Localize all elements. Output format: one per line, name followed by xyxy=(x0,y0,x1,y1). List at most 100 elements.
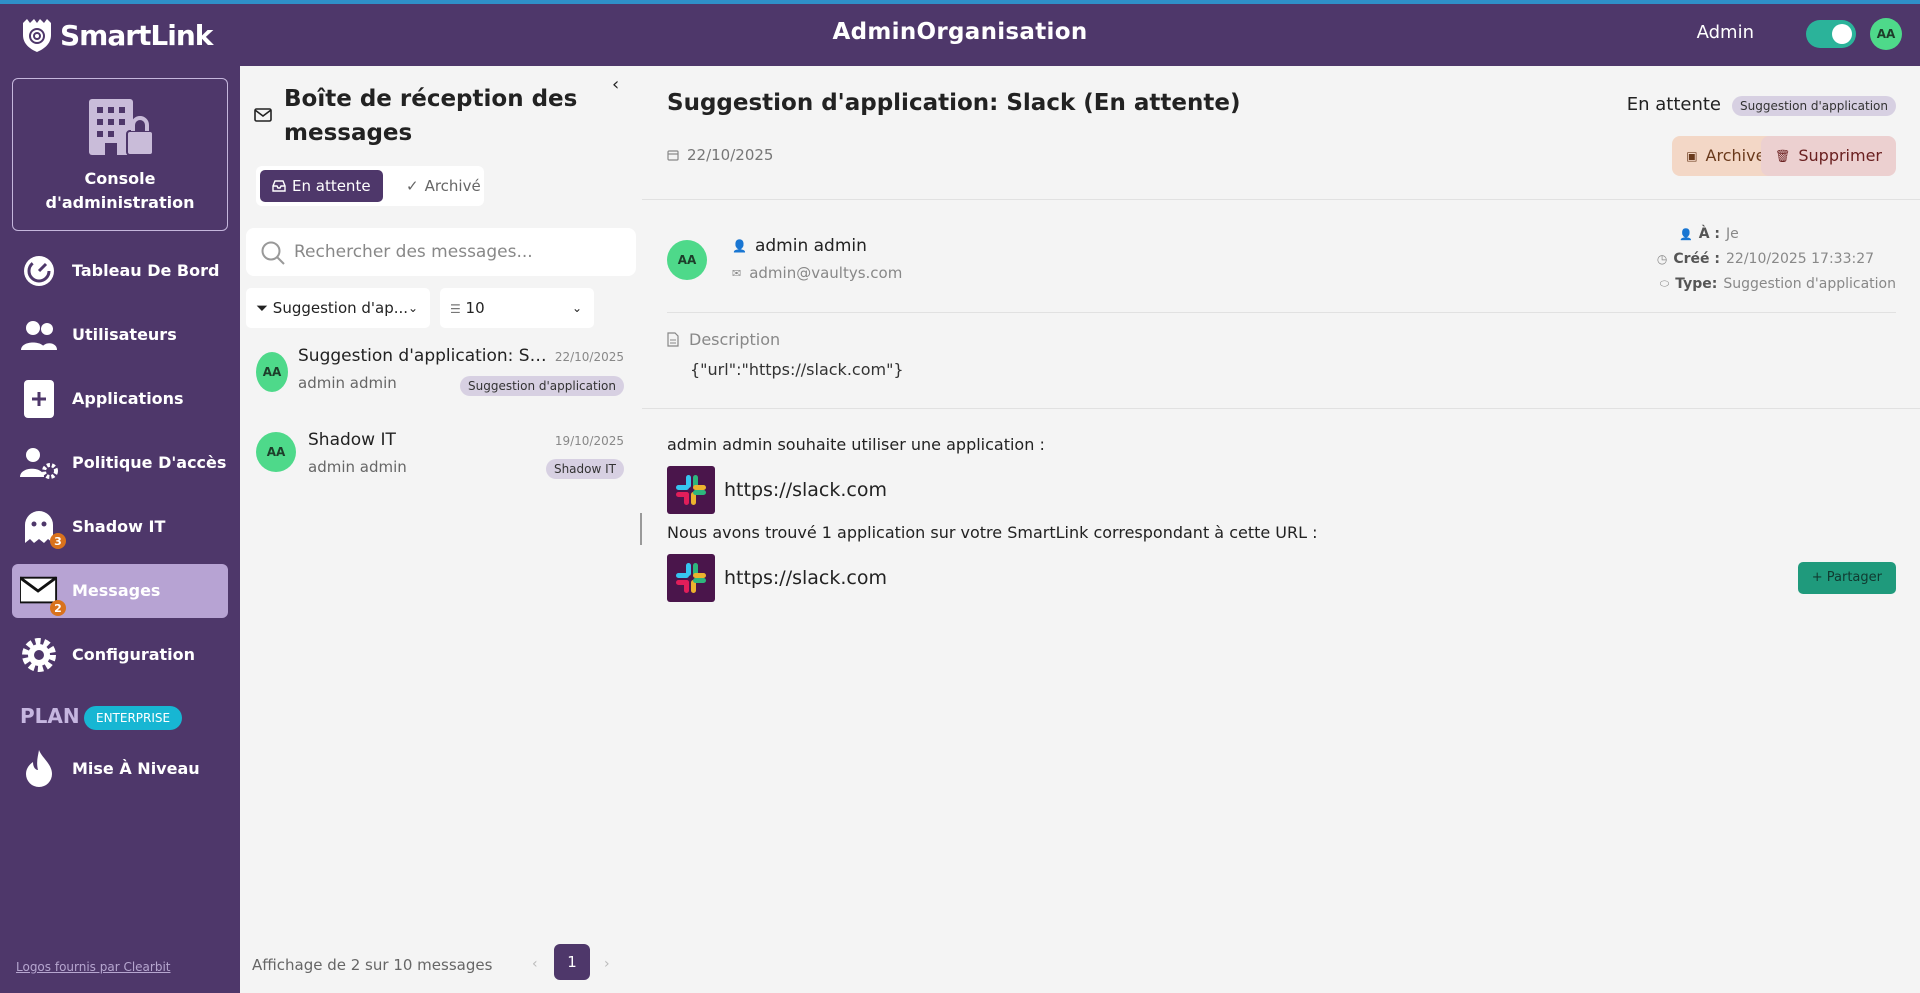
search-input[interactable] xyxy=(294,238,614,266)
shadow-it-count-badge: 3 xyxy=(50,533,66,549)
message-date: 19/10/2025 xyxy=(554,434,624,448)
sidebar-item-configuration[interactable]: Configuration xyxy=(12,628,228,682)
message-sender: admin admin xyxy=(298,374,397,392)
search-icon xyxy=(261,241,285,265)
check-icon: ✓ xyxy=(406,177,419,195)
delete-button[interactable]: 🗑 Supprimer xyxy=(1761,136,1896,176)
flame-icon xyxy=(20,750,58,787)
sidebar-item-label: Politique D'accès xyxy=(72,453,227,472)
user-icon: 👤 xyxy=(732,239,747,253)
users-icon xyxy=(20,317,58,353)
message-avatar: AA xyxy=(256,352,288,392)
console-label: Console d'administration xyxy=(45,169,195,212)
toggle-knob xyxy=(1832,24,1852,44)
description-label: Description xyxy=(689,330,781,349)
message-sender: admin admin xyxy=(308,458,407,476)
match-found-text: Nous avons trouvé 1 application sur votr… xyxy=(667,523,1318,542)
tab-archived[interactable]: ✓ Archivé xyxy=(394,170,493,202)
filter-icon: ⏷ xyxy=(256,299,269,317)
inbox-tray-icon xyxy=(272,180,286,192)
requested-app-url: https://slack.com xyxy=(724,479,887,501)
gear-icon xyxy=(20,637,58,673)
sidebar-item-upgrade[interactable]: Mise À Niveau xyxy=(12,742,228,796)
per-page-select[interactable]: ☰ 10 ⌄ xyxy=(440,288,594,328)
sidebar-item-label: Mise À Niveau xyxy=(72,759,200,778)
sidebar-item-users[interactable]: Utilisateurs xyxy=(12,308,228,362)
sidebar-item-label: Tableau De Bord xyxy=(72,261,220,280)
per-page-value: 10 xyxy=(465,299,485,317)
current-page-button[interactable]: 1 xyxy=(554,944,590,980)
message-avatar: AA xyxy=(256,432,296,472)
previous-page-button[interactable]: ‹ xyxy=(532,956,538,972)
user-avatar[interactable]: AA xyxy=(1870,18,1902,50)
share-button[interactable]: + Partager xyxy=(1797,562,1896,594)
to-value: Je xyxy=(1726,226,1739,242)
type-label: Type: xyxy=(1675,276,1718,292)
slack-logo-icon xyxy=(667,466,715,514)
description-value: {"url":"https://slack.com"} xyxy=(690,360,904,379)
next-page-button[interactable]: › xyxy=(604,956,610,972)
sidebar-item-label: Shadow IT xyxy=(72,517,166,536)
created-label: Créé : xyxy=(1673,251,1720,267)
sender-name: 👤 admin admin xyxy=(732,236,867,256)
matched-app-url: https://slack.com xyxy=(724,567,887,589)
search-box xyxy=(246,228,636,276)
calendar-icon xyxy=(667,150,679,161)
message-title: Suggestion d'application: Slack (En atte… xyxy=(298,346,548,366)
sidebar-item-applications[interactable]: Applications xyxy=(12,372,228,426)
role-label: Admin xyxy=(1696,22,1754,43)
tab-archived-label: Archivé xyxy=(424,177,481,195)
request-intro: admin admin souhaite utiliser une applic… xyxy=(667,435,1045,454)
message-item[interactable]: AA Shadow IT 19/10/2025 admin admin Shad… xyxy=(240,422,642,500)
message-date: 22/10/2025 xyxy=(554,350,624,364)
created-meta: ◷ Créé : 22/10/2025 17:33:27 xyxy=(1657,251,1896,267)
mail-icon xyxy=(254,108,272,122)
requested-app-row: https://slack.com xyxy=(667,466,887,514)
inbox-tabs: En attente ✓ Archivé xyxy=(256,166,484,206)
sender-email: ✉ admin@vaultys.com xyxy=(732,264,902,282)
sidebar-item-access-policy[interactable]: Politique D'accès xyxy=(12,436,228,490)
sender-avatar: AA xyxy=(667,240,707,280)
divider xyxy=(667,312,1896,313)
tab-pending[interactable]: En attente xyxy=(260,170,383,202)
list-icon: ☰ xyxy=(450,302,461,316)
tab-pending-label: En attente xyxy=(292,177,371,195)
type-filter-select[interactable]: ⏷ Suggestion d'ap... ⌄ xyxy=(246,288,430,328)
message-type-tag: Suggestion d'application xyxy=(459,376,624,396)
sender-name-value: admin admin xyxy=(754,236,867,256)
trash-icon: 🗑 xyxy=(1775,149,1791,163)
tag-icon: ⬭ xyxy=(1659,277,1670,290)
user-icon: 👤 xyxy=(1678,227,1693,241)
document-icon xyxy=(667,332,679,347)
message-type-tag: Suggestion d'application xyxy=(1731,96,1896,116)
inbox-panel: Boîte de réception des messages ‹ En att… xyxy=(240,66,642,993)
recipient-meta: 👤 À : Je xyxy=(1679,226,1896,242)
sidebar-item-label: Utilisateurs xyxy=(72,325,177,344)
message-detail-title: Suggestion d'application: Slack (En atte… xyxy=(667,90,1241,116)
sender-email-value: admin@vaultys.com xyxy=(749,264,903,282)
divider xyxy=(642,408,1920,409)
sidebar-item-shadow-it[interactable]: 3 Shadow IT xyxy=(12,500,228,554)
message-title: Shadow IT xyxy=(308,430,396,450)
type-meta: ⬭ Type: Suggestion d'application xyxy=(1660,276,1896,292)
organisation-title: AdminOrganisation xyxy=(832,19,1088,45)
description-heading: Description xyxy=(667,330,780,349)
share-label: Partager xyxy=(1826,570,1882,585)
created-value: 22/10/2025 17:33:27 xyxy=(1726,251,1875,267)
sidebar-item-dashboard[interactable]: Tableau De Bord xyxy=(12,244,228,298)
type-value: Suggestion d'application xyxy=(1723,276,1896,292)
gauge-icon xyxy=(20,253,58,289)
message-item[interactable]: AA Suggestion d'application: Slack (En a… xyxy=(240,338,642,416)
plan-badge: ENTERPRISE xyxy=(84,706,183,730)
sidebar-item-messages[interactable]: 2 Messages xyxy=(12,564,228,618)
pagination-summary: Affichage de 2 sur 10 messages xyxy=(252,956,493,974)
message-date-value: 22/10/2025 xyxy=(687,146,774,164)
admin-console-card[interactable]: Console d'administration xyxy=(12,78,228,231)
plan-label: PLAN xyxy=(20,704,80,728)
clearbit-credit-link[interactable]: Logos fournis par Clearbit xyxy=(16,960,171,974)
collapse-panel-button[interactable]: ‹ xyxy=(612,74,619,95)
slack-logo-icon xyxy=(667,554,715,602)
sidebar-item-label: Configuration xyxy=(72,645,196,664)
mail-icon: ✉ xyxy=(732,266,742,280)
admin-mode-toggle[interactable] xyxy=(1806,20,1856,48)
